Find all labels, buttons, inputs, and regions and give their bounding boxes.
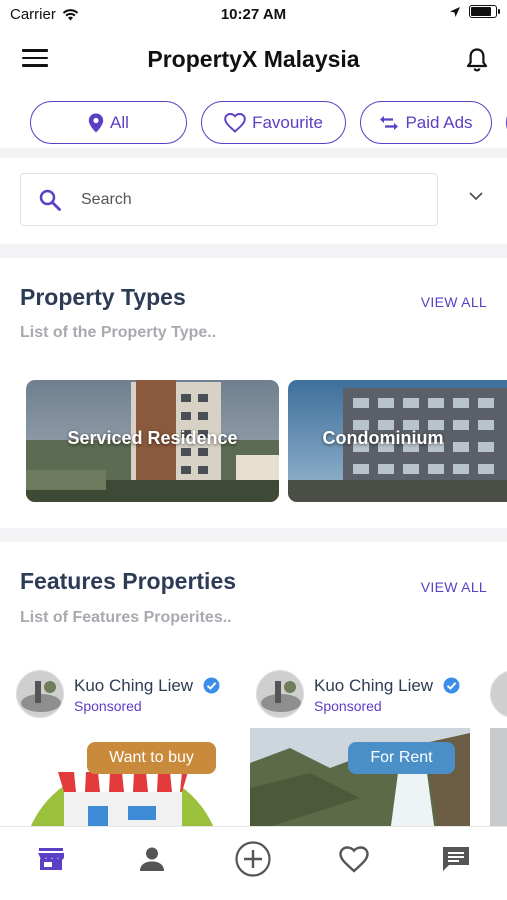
featured-card[interactable] <box>490 665 507 830</box>
divider <box>0 244 507 258</box>
view-all-featured-link[interactable]: VIEW ALL <box>421 579 487 595</box>
filter-chips: All Favourite Paid Ads <box>30 101 507 145</box>
featured-carousel: Kuo Ching Liew Sponsored Want to buy Kuo… <box>16 665 507 830</box>
property-type-card-serviced-residence[interactable]: Serviced Residence <box>26 380 279 502</box>
section-title: Property Types <box>20 284 186 310</box>
featured-card[interactable]: Kuo Ching Liew Sponsored Want to buy <box>16 665 238 830</box>
filter-chip-all[interactable]: All <box>30 101 187 144</box>
swap-arrows-icon <box>380 115 399 130</box>
bell-icon[interactable] <box>465 47 489 73</box>
battery-level <box>471 7 491 16</box>
property-image <box>490 728 507 830</box>
status-time: 10:27 AM <box>220 6 287 23</box>
listing-type-badge: Want to buy <box>87 742 216 774</box>
search-box[interactable] <box>20 173 438 226</box>
avatar <box>256 670 304 718</box>
app-header: PropertyX Malaysia <box>0 38 507 82</box>
tab-add-listing[interactable] <box>233 839 273 879</box>
location-arrow-icon <box>450 6 460 17</box>
page-title: PropertyX Malaysia <box>147 46 360 72</box>
search-input[interactable] <box>81 174 421 225</box>
tab-store[interactable] <box>31 839 71 879</box>
filter-chip-paid-ads[interactable]: Paid Ads <box>360 101 492 144</box>
listing-type-badge: For Rent <box>348 742 455 774</box>
section-subtitle: List of Features Properites.. <box>20 609 232 626</box>
filter-chip-label: Favourite <box>252 112 323 132</box>
bottom-tab-bar <box>0 826 507 900</box>
property-type-label: Condominium <box>322 428 444 448</box>
verified-badge-icon <box>443 677 460 694</box>
store-icon <box>38 848 64 870</box>
divider <box>0 528 507 542</box>
chat-icon <box>443 847 469 871</box>
filter-chip-favourite[interactable]: Favourite <box>201 101 346 144</box>
heart-outline-icon <box>339 845 369 873</box>
heart-icon <box>224 112 246 133</box>
tab-profile[interactable] <box>132 839 172 879</box>
avatar <box>16 670 64 718</box>
person-icon <box>140 847 164 871</box>
owner-name: Kuo Ching Liew <box>74 676 194 695</box>
location-pin-icon <box>88 113 104 132</box>
search-section <box>0 158 507 244</box>
owner-name: Kuo Ching Liew <box>314 676 434 695</box>
verified-badge-icon <box>203 677 220 694</box>
featured-card[interactable]: Kuo Ching Liew Sponsored For Rent <box>250 665 478 830</box>
battery-icon <box>469 5 500 18</box>
sponsored-tag: Sponsored <box>74 698 142 714</box>
add-circle-icon <box>235 841 271 877</box>
status-right <box>449 5 500 18</box>
tab-messages[interactable] <box>436 839 476 879</box>
chevron-down-icon[interactable] <box>469 192 483 201</box>
section-subtitle: List of the Property Type.. <box>20 324 217 341</box>
view-all-property-types-link[interactable]: VIEW ALL <box>421 294 487 310</box>
filter-chip-label: Paid Ads <box>405 112 473 132</box>
property-type-card-condominium[interactable]: Condominium <box>288 380 507 502</box>
filter-chip-label: All <box>110 112 129 132</box>
section-title: Features Properties <box>20 568 237 594</box>
avatar <box>490 670 507 718</box>
sponsored-tag: Sponsored <box>314 698 382 714</box>
property-type-carousel: Serviced Residence Condominium <box>26 380 507 504</box>
tab-favourites[interactable] <box>334 839 374 879</box>
status-bar: Carrier 10:27 AM <box>0 0 507 28</box>
search-icon <box>39 189 61 211</box>
property-type-label: Serviced Residence <box>67 428 238 448</box>
